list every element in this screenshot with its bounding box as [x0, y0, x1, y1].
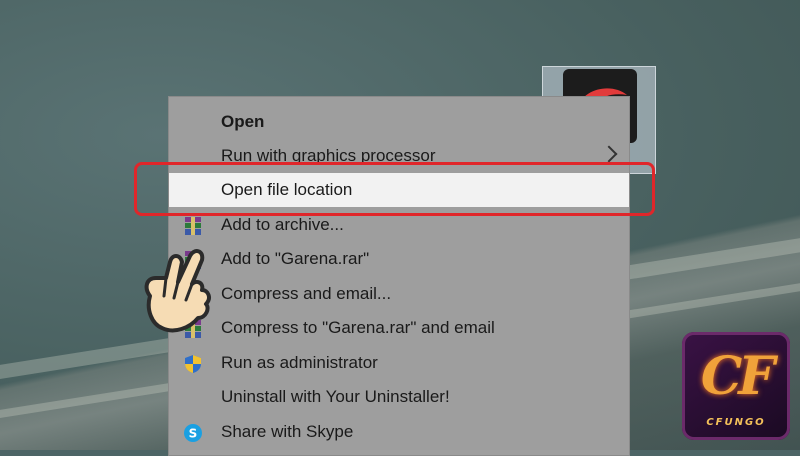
svg-text:S: S	[189, 427, 198, 441]
menu-item-share-with-skype[interactable]: S Share with Skype	[169, 415, 629, 449]
uac-shield-icon	[183, 354, 203, 374]
menu-item-label: Open	[221, 112, 265, 131]
highlight-annotation-box	[134, 162, 655, 216]
watermark-logo: CF CFUNGO	[682, 332, 790, 440]
menu-item-label: Share with Skype	[221, 422, 354, 441]
menu-item-label: Run as administrator	[221, 353, 378, 372]
menu-item-label: Add to archive...	[221, 215, 344, 234]
menu-item-uninstall-with-your-uninstaller[interactable]: Uninstall with Your Uninstaller!	[169, 380, 629, 414]
chevron-right-icon	[600, 145, 618, 163]
pointing-hand-icon	[130, 238, 240, 338]
menu-item-label: Uninstall with Your Uninstaller!	[221, 387, 450, 406]
winrar-icon	[183, 216, 203, 236]
skype-icon: S	[183, 423, 203, 443]
watermark-logo-text: CF	[700, 346, 775, 407]
menu-item-label: Compress and email...	[221, 284, 392, 303]
menu-item-label: Compress to "Garena.rar" and email	[221, 318, 495, 337]
menu-item-label: Add to "Garena.rar"	[221, 249, 370, 268]
menu-item-open[interactable]: Open	[169, 105, 629, 139]
menu-item-run-as-administrator[interactable]: Run as administrator	[169, 346, 629, 380]
watermark-brand-text: CFUNGO	[706, 417, 766, 428]
